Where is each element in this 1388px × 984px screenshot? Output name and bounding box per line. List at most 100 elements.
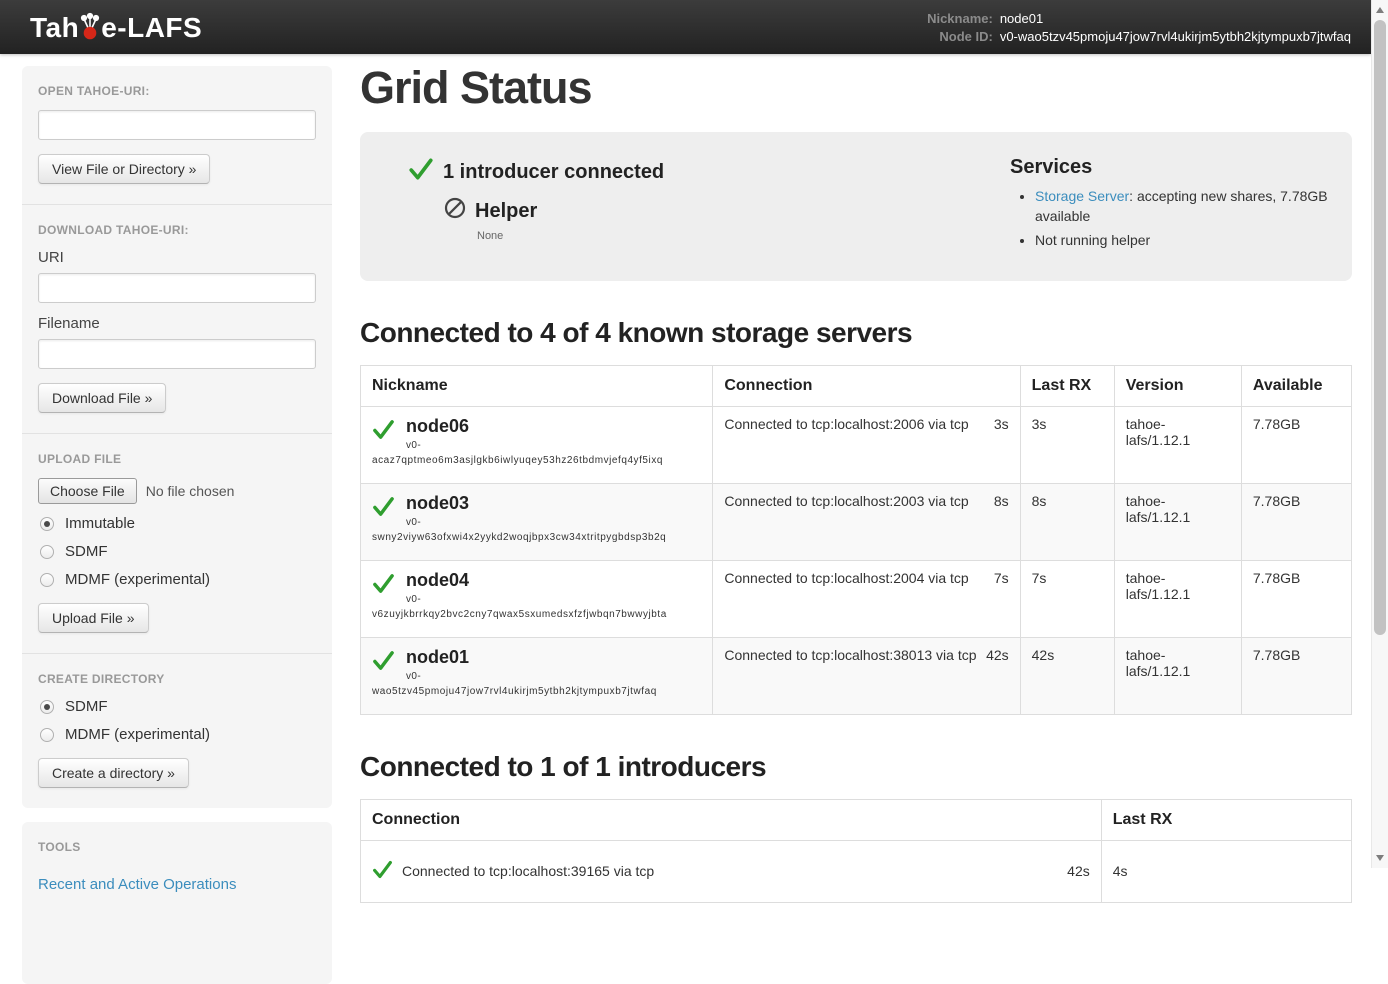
server-id: wao5tzv45pmoju47jow7rvl4ukirjm5ytbh2kjty… bbox=[372, 686, 701, 697]
nickname-cell: node04 v0- v6zuyjkbrrkqy2bvc2cny7qwax5sx… bbox=[361, 560, 713, 637]
download-uri-input[interactable] bbox=[38, 273, 316, 303]
col-header-version: Version bbox=[1114, 365, 1241, 406]
file-picker-row: Choose File No file chosen bbox=[38, 478, 316, 504]
radio-button-icon[interactable] bbox=[40, 700, 54, 714]
sidebar: OPEN TAHOE-URI: View File or Directory »… bbox=[22, 66, 332, 984]
nickname-value: node01 bbox=[1000, 11, 1351, 26]
introducer-connected-text: 1 introducer connected bbox=[443, 161, 664, 184]
version-cell: tahoe-lafs/1.12.1 bbox=[1114, 483, 1241, 560]
storage-server-link[interactable]: Storage Server bbox=[1035, 188, 1129, 204]
version-cell: tahoe-lafs/1.12.1 bbox=[1114, 637, 1241, 714]
storage-servers-table: Nickname Connection Last RX Version Avai… bbox=[360, 365, 1352, 715]
connection-text: Connected to tcp:localhost:2004 via tcp bbox=[724, 570, 968, 586]
check-icon bbox=[408, 156, 434, 188]
filename-field-label: Filename bbox=[38, 315, 316, 332]
connection-text: Connected to tcp:localhost:2003 via tcp bbox=[724, 493, 968, 509]
connection-age: 3s bbox=[994, 416, 1009, 432]
available-cell: 7.78GB bbox=[1241, 483, 1351, 560]
upload-format-mdmf-label: MDMF (experimental) bbox=[65, 571, 210, 588]
helper-none-text: None bbox=[477, 230, 1010, 242]
radio-button-icon[interactable] bbox=[40, 517, 54, 531]
last-rx-cell: 3s bbox=[1020, 406, 1114, 483]
vertical-scrollbar[interactable] bbox=[1371, 0, 1388, 868]
last-rx-cell: 7s bbox=[1020, 560, 1114, 637]
scroll-down-arrow-icon[interactable] bbox=[1376, 855, 1384, 861]
nickname-cell: node06 v0- acaz7qptmeo6m3asjlgkb6iwlyuqe… bbox=[361, 406, 713, 483]
connection-text: Connected to tcp:localhost:38013 via tcp bbox=[724, 647, 976, 663]
check-icon bbox=[372, 649, 395, 675]
download-filename-input[interactable] bbox=[38, 339, 316, 369]
main-content: Grid Status 1 introducer connected Helpe… bbox=[360, 54, 1352, 903]
view-file-button[interactable]: View File or Directory » bbox=[38, 154, 210, 184]
col-header-nickname: Nickname bbox=[361, 365, 713, 406]
download-file-button[interactable]: Download File » bbox=[38, 383, 166, 413]
server-id-prefix: v0- bbox=[406, 671, 701, 682]
scroll-up-arrow-icon[interactable] bbox=[1376, 7, 1384, 13]
last-rx-cell: 4s bbox=[1101, 840, 1351, 902]
introducer-table-header-row: Connection Last RX bbox=[361, 799, 1352, 840]
connection-text: Connected to tcp:localhost:39165 via tcp bbox=[402, 863, 654, 879]
upload-format-immutable-label: Immutable bbox=[65, 515, 135, 532]
service-item-storage: Storage Server: accepting new shares, 7.… bbox=[1035, 186, 1350, 227]
server-id-prefix: v0- bbox=[406, 440, 701, 451]
scrollbar-thumb[interactable] bbox=[1374, 20, 1386, 635]
version-cell: tahoe-lafs/1.12.1 bbox=[1114, 406, 1241, 483]
download-uri-label: DOWNLOAD TAHOE-URI: bbox=[38, 223, 316, 237]
brand-text-post: e-LAFS bbox=[101, 14, 202, 42]
server-id-prefix: v0- bbox=[406, 517, 701, 528]
node-id-label: Node ID: bbox=[927, 29, 993, 44]
server-nickname: node01 bbox=[406, 647, 701, 669]
storage-table-header-row: Nickname Connection Last RX Version Avai… bbox=[361, 365, 1352, 406]
dir-format-mdmf-option[interactable]: MDMF (experimental) bbox=[40, 726, 314, 743]
open-uri-section: OPEN TAHOE-URI: View File or Directory » bbox=[22, 66, 332, 204]
col-header-connection: Connection bbox=[713, 365, 1020, 406]
col-header-last-rx: Last RX bbox=[1101, 799, 1351, 840]
top-navbar: Tah e-LAFS Nickname: node01 Node ID: v0-… bbox=[0, 0, 1371, 54]
nickname-label: Nickname: bbox=[927, 11, 993, 26]
table-row: node03 v0- swny2viyw63ofxwi4x2yykd2woqjb… bbox=[361, 483, 1352, 560]
upload-format-immutable-option[interactable]: Immutable bbox=[40, 515, 314, 532]
not-available-icon bbox=[444, 197, 466, 225]
table-row: Connected to tcp:localhost:39165 via tcp… bbox=[361, 840, 1352, 902]
tools-panel: TOOLS Recent and Active Operations bbox=[22, 822, 332, 984]
connection-status-block: 1 introducer connected Helper None bbox=[408, 156, 1010, 253]
service-item-helper: Not running helper bbox=[1035, 230, 1350, 250]
radio-button-icon[interactable] bbox=[40, 728, 54, 742]
upload-file-button[interactable]: Upload File » bbox=[38, 603, 149, 633]
create-directory-label: CREATE DIRECTORY bbox=[38, 672, 316, 686]
dir-format-mdmf-label: MDMF (experimental) bbox=[65, 726, 210, 743]
create-directory-button[interactable]: Create a directory » bbox=[38, 758, 189, 788]
open-uri-input[interactable] bbox=[38, 110, 316, 140]
upload-file-section: UPLOAD FILE Choose File No file chosen I… bbox=[22, 433, 332, 653]
connection-age: 8s bbox=[994, 493, 1009, 509]
upload-format-sdmf-option[interactable]: SDMF bbox=[40, 543, 314, 560]
radio-button-icon[interactable] bbox=[40, 545, 54, 559]
upload-format-mdmf-option[interactable]: MDMF (experimental) bbox=[40, 571, 314, 588]
open-uri-label: OPEN TAHOE-URI: bbox=[38, 84, 316, 98]
radio-button-icon[interactable] bbox=[40, 573, 54, 587]
brand-logo[interactable]: Tah e-LAFS bbox=[30, 12, 202, 42]
connection-cell: Connected to tcp:localhost:2006 via tcp … bbox=[713, 406, 1020, 483]
node-id-value: v0-wao5tzv45pmoju47jow7rvl4ukirjm5ytbh2k… bbox=[1000, 29, 1351, 44]
dir-format-sdmf-option[interactable]: SDMF bbox=[40, 698, 314, 715]
upload-format-sdmf-label: SDMF bbox=[65, 543, 108, 560]
check-icon bbox=[372, 495, 395, 521]
check-icon bbox=[372, 418, 395, 444]
available-cell: 7.78GB bbox=[1241, 560, 1351, 637]
create-directory-section: CREATE DIRECTORY SDMF MDMF (experimental… bbox=[22, 653, 332, 808]
services-heading: Services bbox=[1010, 156, 1350, 179]
table-row: node01 v0- wao5tzv45pmoju47jow7rvl4ukirj… bbox=[361, 637, 1352, 714]
page-title: Grid Status bbox=[360, 62, 1352, 114]
uri-field-label: URI bbox=[38, 249, 316, 266]
dir-format-sdmf-label: SDMF bbox=[65, 698, 108, 715]
recent-operations-link[interactable]: Recent and Active Operations bbox=[38, 876, 236, 893]
table-row: node06 v0- acaz7qptmeo6m3asjlgkb6iwlyuqe… bbox=[361, 406, 1352, 483]
download-uri-section: DOWNLOAD TAHOE-URI: URI Filename Downloa… bbox=[22, 204, 332, 433]
connection-text: Connected to tcp:localhost:2006 via tcp bbox=[724, 416, 968, 432]
server-nickname: node03 bbox=[406, 493, 701, 515]
last-rx-cell: 42s bbox=[1020, 637, 1114, 714]
connection-cell: Connected to tcp:localhost:38013 via tcp… bbox=[713, 637, 1020, 714]
storage-servers-heading: Connected to 4 of 4 known storage server… bbox=[360, 317, 1352, 349]
choose-file-button[interactable]: Choose File bbox=[38, 478, 137, 504]
col-header-last-rx: Last RX bbox=[1020, 365, 1114, 406]
